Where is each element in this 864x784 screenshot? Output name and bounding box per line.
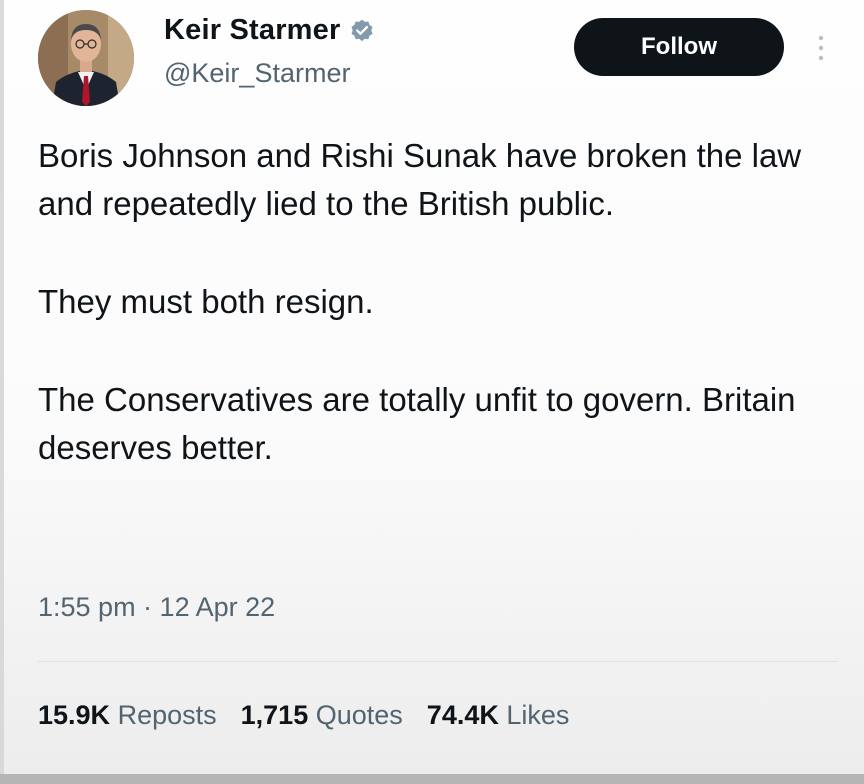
likes-label: Likes bbox=[506, 700, 570, 730]
verified-badge-icon bbox=[350, 19, 373, 41]
tweet-timestamp[interactable]: 1:55 pm · 12 Apr 22 bbox=[38, 592, 275, 623]
more-vertical-icon[interactable] bbox=[814, 33, 828, 63]
tweet-paragraph: The Conservatives are totally unfit to g… bbox=[38, 381, 796, 466]
author-handle[interactable]: @Keir_Starmer bbox=[164, 58, 350, 89]
tweet-paragraph: They must both resign. bbox=[38, 283, 374, 320]
author-name-row[interactable]: Keir Starmer bbox=[164, 14, 375, 47]
quotes-label: Quotes bbox=[315, 700, 403, 730]
profile-photo-icon bbox=[38, 10, 134, 106]
tweet-paragraph: Boris Johnson and Rishi Sunak have broke… bbox=[38, 137, 802, 222]
follow-button[interactable]: Follow bbox=[574, 18, 784, 76]
likes-stat[interactable]: 74.4K Likes bbox=[427, 700, 570, 731]
quotes-stat[interactable]: 1,715 Quotes bbox=[241, 700, 403, 731]
divider bbox=[38, 661, 838, 662]
tweet-card: Keir Starmer @Keir_Starmer Follow Boris … bbox=[0, 0, 864, 784]
author-display-name[interactable]: Keir Starmer bbox=[164, 14, 341, 47]
engagement-stats: 15.9K Reposts 1,715 Quotes 74.4K Likes bbox=[38, 700, 593, 731]
reposts-count: 15.9K bbox=[38, 700, 111, 730]
quotes-count: 1,715 bbox=[240, 700, 309, 730]
screen-bottom-edge bbox=[0, 774, 864, 784]
reposts-stat[interactable]: 15.9K Reposts bbox=[38, 700, 217, 731]
author-avatar[interactable] bbox=[38, 10, 134, 106]
reposts-label: Reposts bbox=[117, 700, 217, 730]
tweet-body: Boris Johnson and Rishi Sunak have broke… bbox=[38, 132, 838, 472]
likes-count: 74.4K bbox=[426, 700, 499, 730]
